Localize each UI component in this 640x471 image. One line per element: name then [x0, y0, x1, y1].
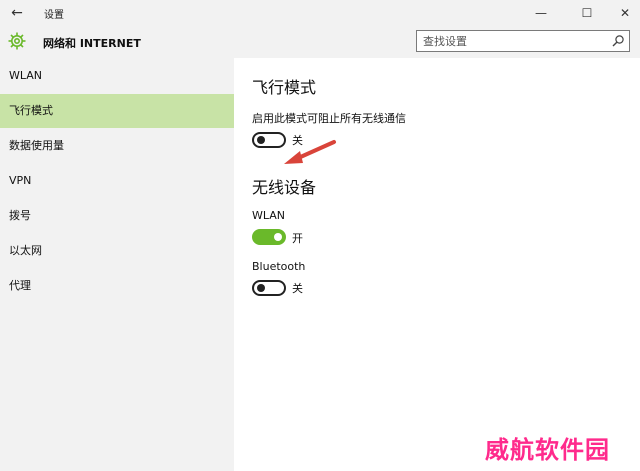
sidebar-item-vpn[interactable]: VPN — [0, 164, 234, 198]
bluetooth-state: 关 — [292, 282, 303, 295]
wireless-devices-heading: 无线设备 — [252, 178, 317, 197]
search-box[interactable] — [416, 30, 630, 52]
toggle-knob — [257, 136, 265, 144]
title-bar: ← 设置 — ☐ ✕ — [0, 0, 640, 26]
window-title: 设置 — [44, 10, 64, 21]
wlan-label: WLAN — [252, 209, 286, 222]
back-arrow-icon[interactable]: ← — [6, 3, 28, 23]
wlan-toggle[interactable] — [252, 229, 286, 245]
bluetooth-label: Bluetooth — [252, 260, 306, 273]
sidebar-item-dial-up[interactable]: 拨号 — [0, 199, 234, 233]
close-icon[interactable]: ✕ — [612, 3, 638, 23]
airplane-mode-toggle[interactable] — [252, 132, 286, 148]
sidebar-item-ethernet[interactable]: 以太网 — [0, 234, 234, 268]
sidebar-item-wlan[interactable]: WLAN — [0, 59, 234, 93]
main-content: 飞行模式 启用此模式可阻止所有无线通信 关 无线设备 WLAN 开 Blueto… — [234, 58, 640, 471]
minimize-icon[interactable]: — — [528, 3, 554, 23]
wlan-state: 开 — [292, 232, 303, 245]
sidebar: WLAN 飞行模式 数据使用量 VPN 拨号 以太网 代理 — [0, 58, 234, 471]
airplane-mode-description: 启用此模式可阻止所有无线通信 — [252, 112, 406, 125]
search-icon[interactable] — [611, 34, 625, 48]
sidebar-item-airplane-mode[interactable]: 飞行模式 — [0, 94, 234, 128]
gear-icon — [8, 32, 26, 50]
airplane-mode-heading: 飞行模式 — [252, 78, 317, 97]
settings-header: 网络和 INTERNET — [0, 26, 640, 58]
search-input[interactable] — [417, 31, 607, 51]
sidebar-item-data-usage[interactable]: 数据使用量 — [0, 129, 234, 163]
sidebar-item-proxy[interactable]: 代理 — [0, 269, 234, 303]
maximize-icon[interactable]: ☐ — [574, 3, 600, 23]
toggle-knob — [274, 233, 282, 241]
bluetooth-toggle[interactable] — [252, 280, 286, 296]
watermark: 威航软件园 — [485, 436, 610, 464]
toggle-knob — [257, 284, 265, 292]
page-title: 网络和 INTERNET — [43, 37, 141, 50]
annotation-arrow-icon — [284, 140, 336, 164]
